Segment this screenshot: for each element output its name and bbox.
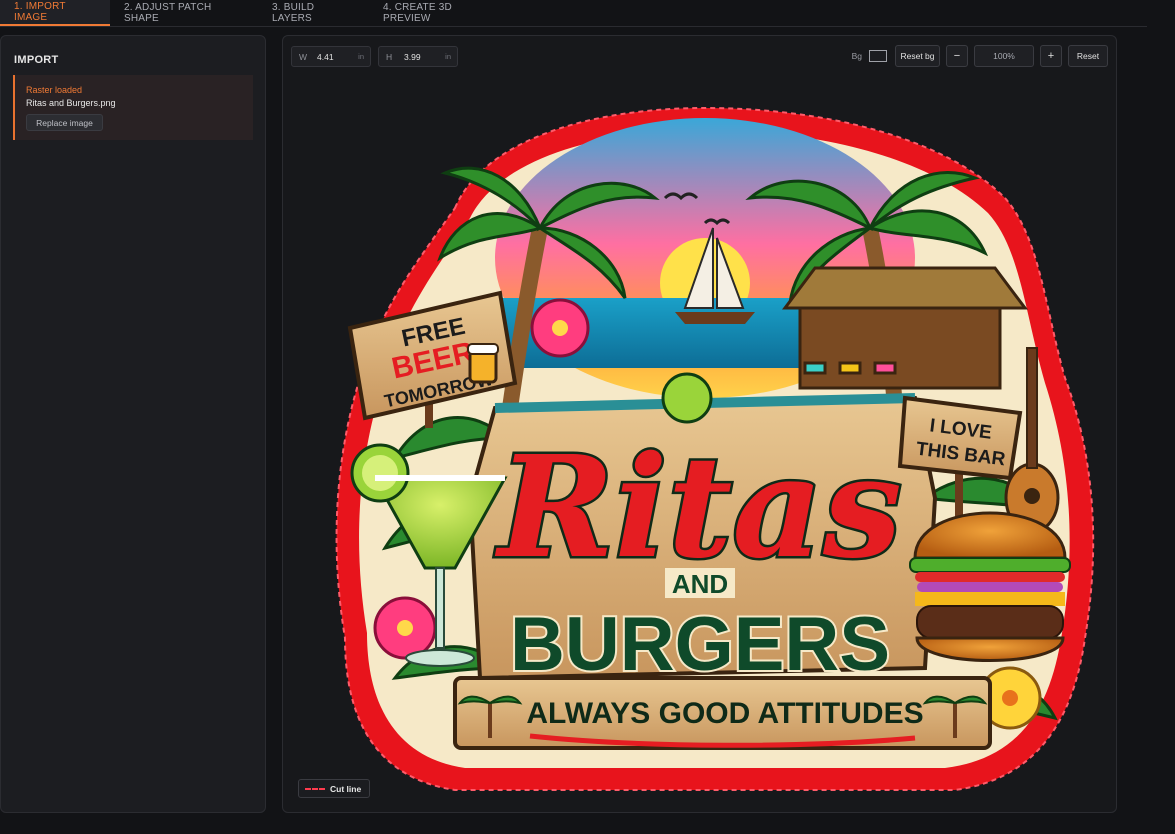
status-title: Raster loaded (26, 85, 83, 95)
cut-line-label: Cut line (330, 783, 362, 794)
canvas-toolbar: Bg Reset bg − 100% + Reset (852, 45, 1108, 67)
tab-import-image[interactable]: 1. IMPORT IMAGE (0, 0, 110, 26)
width-field[interactable]: W 4.41 in (291, 46, 371, 67)
title-ritas: Ritas (494, 426, 902, 590)
import-heading: IMPORT (14, 54, 59, 66)
import-panel: IMPORT Raster loaded Ritas and Burgers.p… (0, 35, 266, 813)
cut-line-swatch (305, 787, 325, 790)
height-label: H (386, 51, 393, 62)
width-label: W (299, 51, 308, 62)
reset-bg-button[interactable]: Reset bg (895, 45, 940, 67)
tab-create-3d-preview[interactable]: 4. CREATE 3D PREVIEW (369, 0, 493, 26)
bottom-banner: ALWAYS GOOD ATTITUDES (453, 676, 992, 750)
patch-artwork: FREE BEER TOMORROW I LOVE THIS BAR Ritas… (335, 106, 1095, 791)
tab-build-layers[interactable]: 3. BUILD LAYERS (258, 0, 369, 26)
cut-line-legend: Cut line (298, 779, 370, 798)
raster-status-card: Raster loaded Ritas and Burgers.png Repl… (13, 75, 253, 140)
reset-view-button[interactable]: Reset (1068, 45, 1108, 67)
replace-image-button[interactable]: Replace image (26, 114, 103, 131)
banner-text: ALWAYS GOOD ATTITUDES (526, 697, 923, 730)
zoom-out-button[interactable]: − (946, 45, 968, 67)
zoom-level[interactable]: 100% (974, 45, 1034, 67)
height-unit: in (445, 52, 451, 61)
height-value[interactable]: 3.99 (404, 52, 445, 62)
bg-color-swatch[interactable] (869, 50, 887, 62)
step-tabs: 1. IMPORT IMAGE 2. ADJUST PATCH SHAPE 3.… (0, 0, 1147, 27)
file-name: Ritas and Burgers.png (26, 98, 116, 108)
title-burgers: BURGERS (510, 602, 890, 687)
bg-label: Bg (851, 51, 862, 61)
burger-icon (909, 511, 1071, 662)
width-unit: in (358, 52, 364, 61)
tab-adjust-patch-shape[interactable]: 2. ADJUST PATCH SHAPE (110, 0, 258, 26)
canvas-panel: W 4.41 in H 3.99 in Bg Reset bg − 100% +… (282, 35, 1117, 813)
height-field[interactable]: H 3.99 in (378, 46, 458, 67)
width-value[interactable]: 4.41 (317, 52, 358, 62)
zoom-in-button[interactable]: + (1040, 45, 1062, 67)
title-and: AND (672, 569, 728, 599)
